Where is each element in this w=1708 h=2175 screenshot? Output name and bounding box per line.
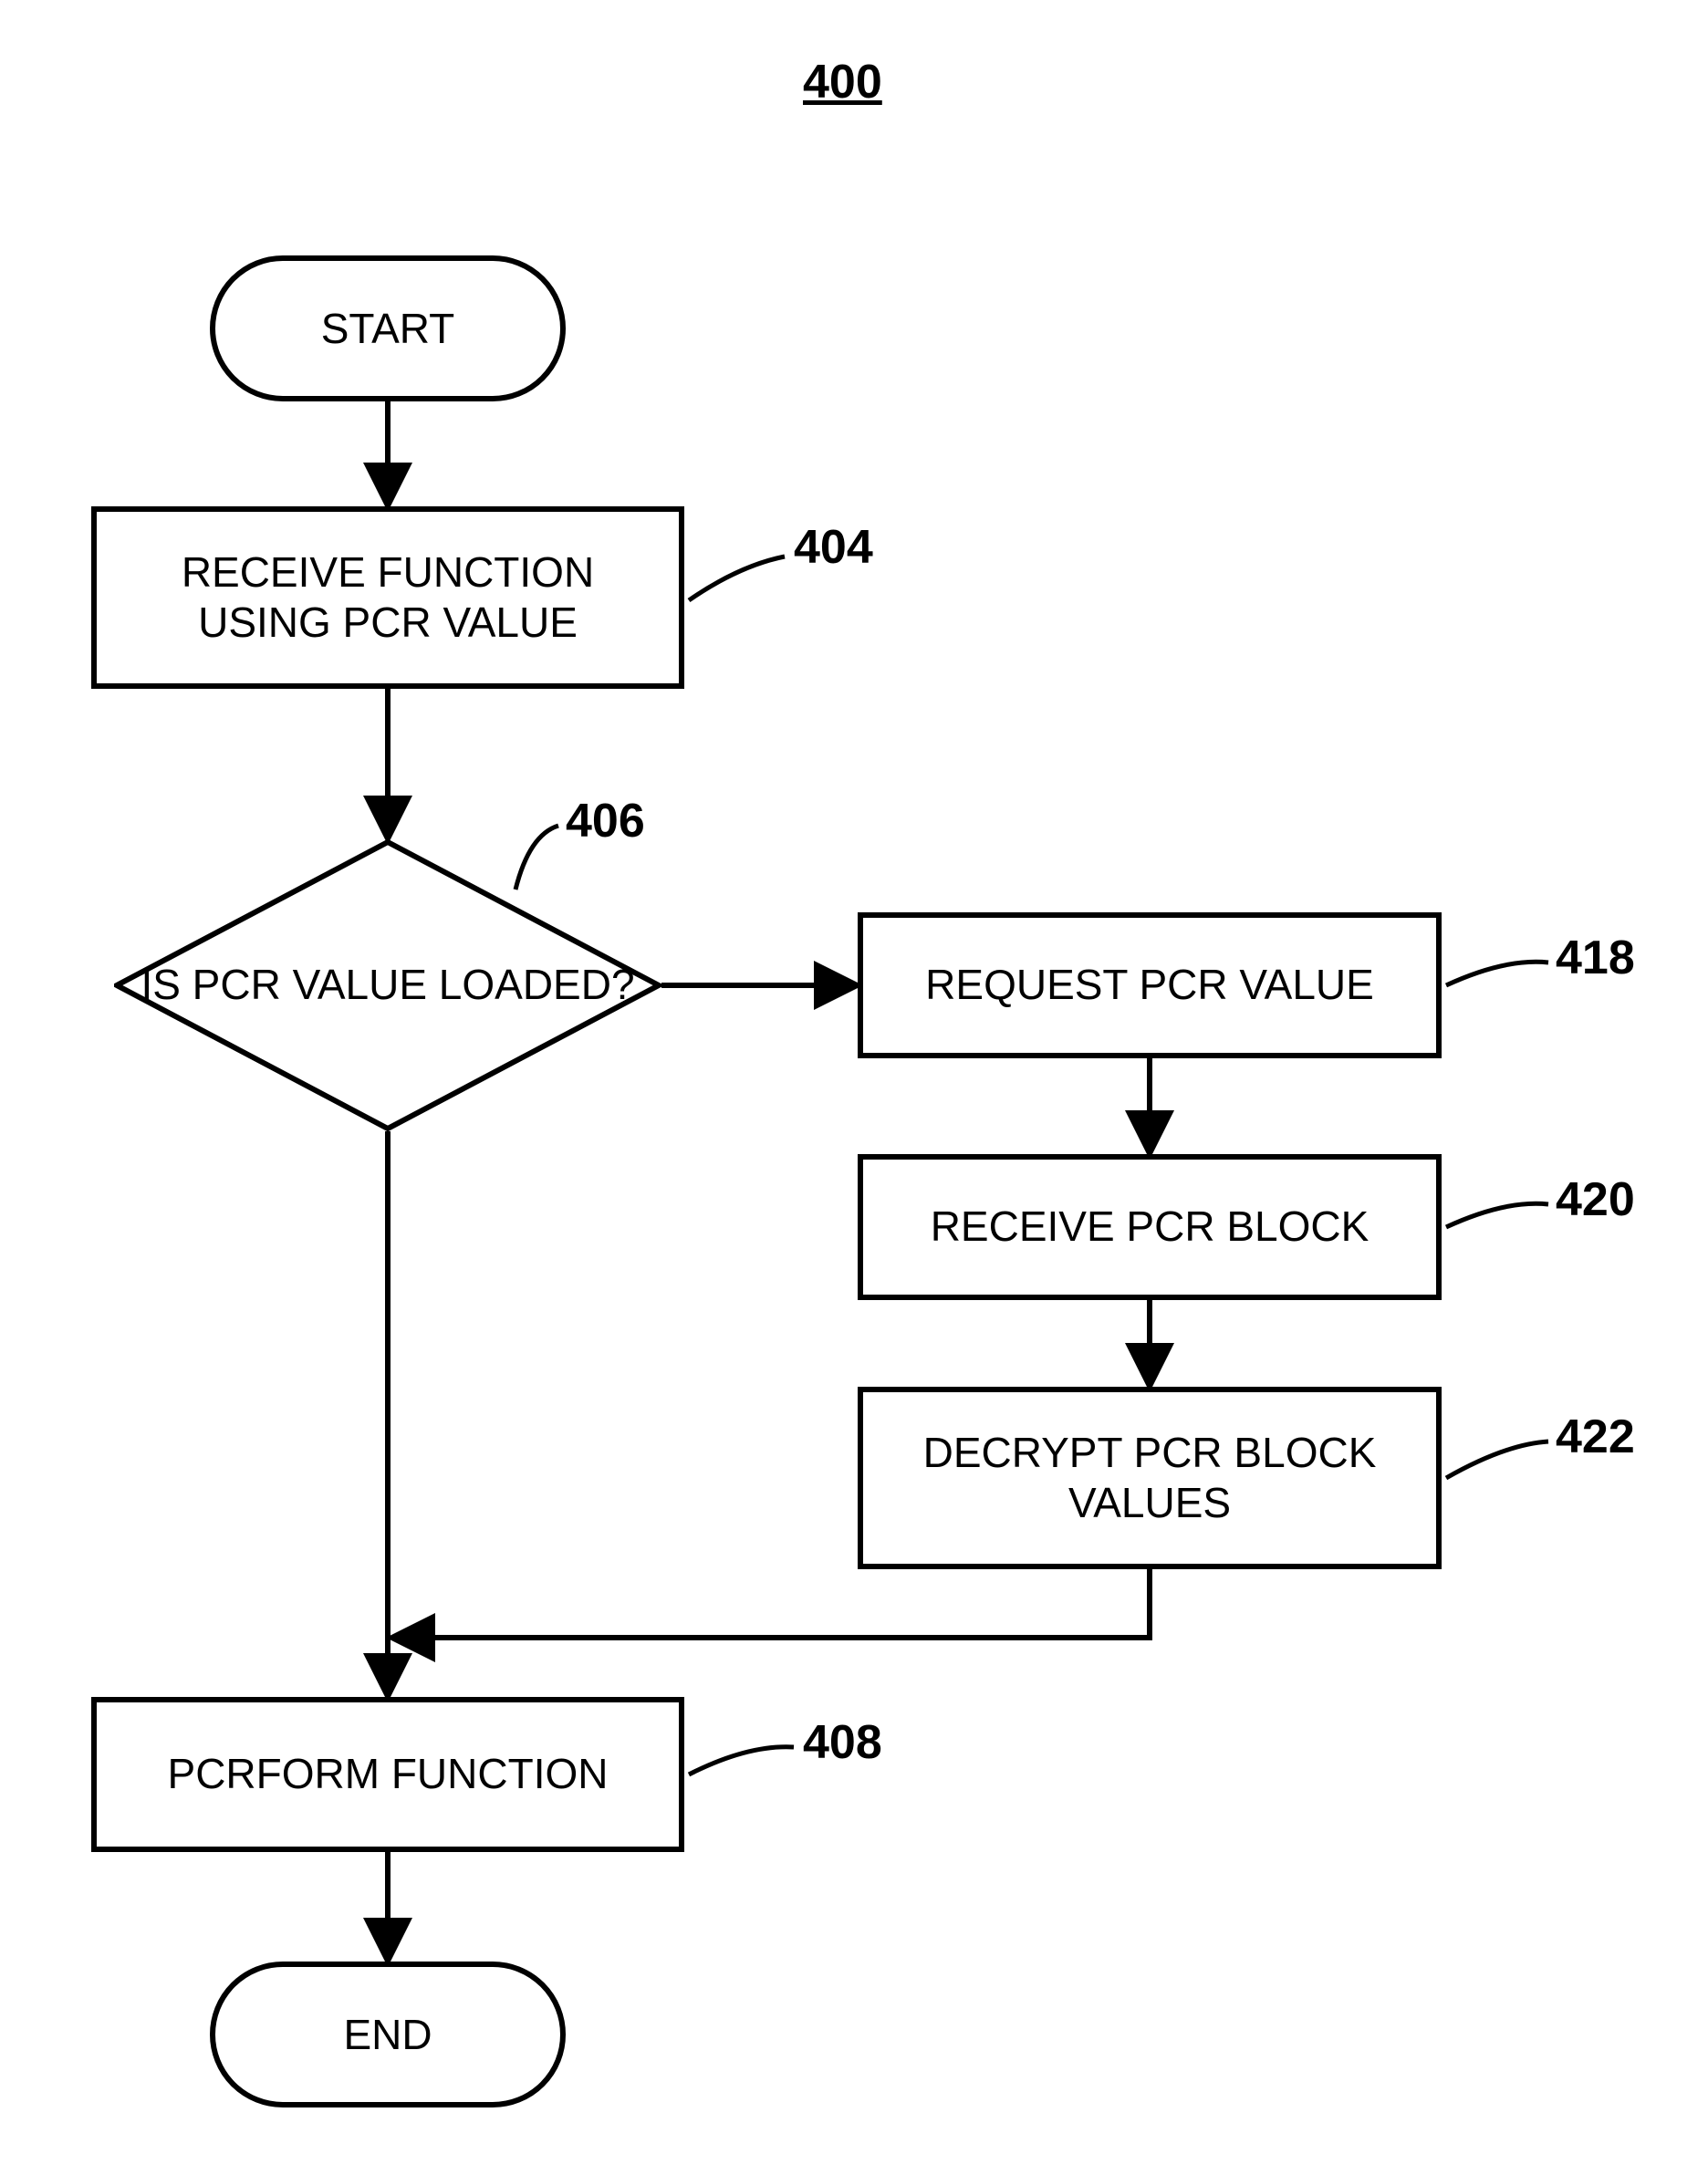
callout-406: 406 <box>566 794 645 848</box>
node-406-decision: IS PCR VALUE LOADED? <box>114 839 661 1131</box>
node-422-label: DECRYPT PCR BLOCK VALUES <box>881 1428 1418 1528</box>
node-422-decrypt-block: DECRYPT PCR BLOCK VALUES <box>858 1387 1442 1569</box>
node-408-perform-function: PCRFORM FUNCTION <box>91 1697 684 1852</box>
callout-418: 418 <box>1556 931 1635 985</box>
node-418-request-pcr: REQUEST PCR VALUE <box>858 912 1442 1058</box>
node-404-receive-function: RECEIVE FUNCTION USING PCR VALUE <box>91 506 684 689</box>
flowchart-canvas: 400 START RECEIVE FUNCTION USING PCR VAL… <box>0 0 1708 2175</box>
node-420-label: RECEIVE PCR BLOCK <box>931 1202 1370 1252</box>
node-start: START <box>210 255 566 401</box>
node-end: END <box>210 1962 566 2107</box>
figure-number: 400 <box>803 55 882 109</box>
callout-404: 404 <box>794 520 873 575</box>
node-404-label: RECEIVE FUNCTION USING PCR VALUE <box>115 547 661 648</box>
node-418-label: REQUEST PCR VALUE <box>925 960 1374 1010</box>
node-420-receive-block: RECEIVE PCR BLOCK <box>858 1154 1442 1300</box>
node-end-label: END <box>343 2010 432 2059</box>
callout-420: 420 <box>1556 1172 1635 1227</box>
node-408-label: PCRFORM FUNCTION <box>168 1749 609 1799</box>
callout-422: 422 <box>1556 1410 1635 1464</box>
node-start-label: START <box>321 304 455 353</box>
callout-408: 408 <box>803 1715 882 1770</box>
node-406-label: IS PCR VALUE LOADED? <box>141 960 634 1010</box>
